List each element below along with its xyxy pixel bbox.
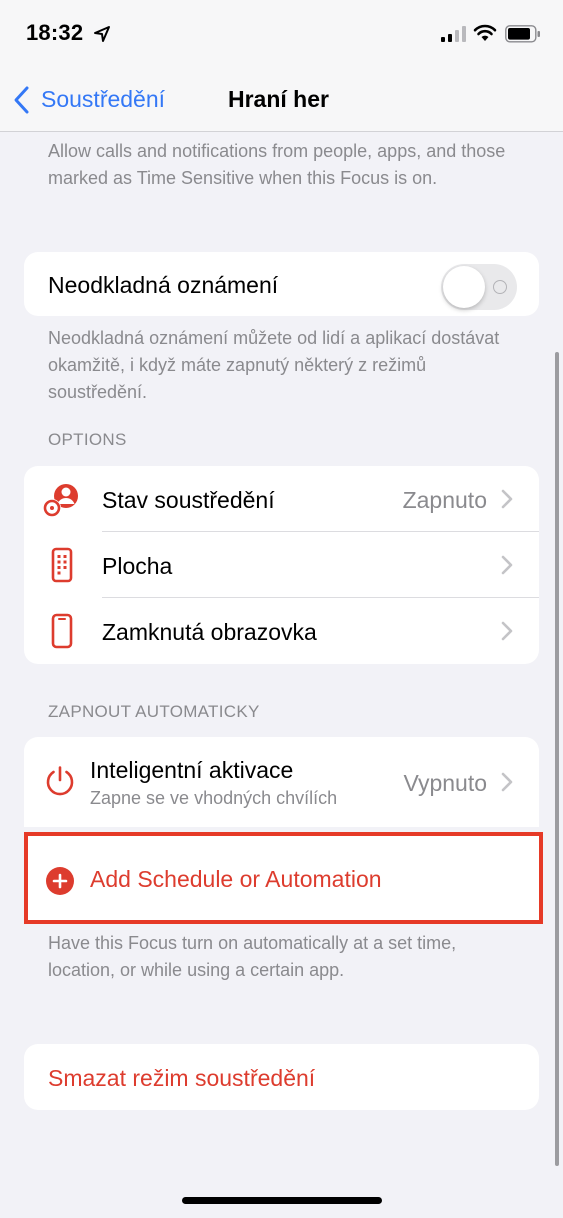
intro-footnote: Allow calls and notifications from peopl… [48,141,506,188]
time-sensitive-row: Neodkladná oznámení [24,252,539,316]
time-sensitive-card: Neodkladná oznámení [24,252,539,316]
delete-focus-button[interactable]: Smazat režim soustředění [24,1044,539,1110]
chevron-right-icon [501,621,513,641]
smart-activation-sublabel: Zapne se ve vhodných chvílích [90,788,338,808]
home-screen-icon [51,547,73,583]
cellular-signal-icon [441,26,466,42]
back-button[interactable]: Soustředění [41,86,165,113]
navigation-bar: Soustředění Hraní her [0,70,563,132]
battery-icon [505,25,540,43]
delete-card: Smazat režim soustředění [24,1044,539,1110]
smart-activation-value: Vypnuto [403,770,487,796]
add-schedule-button[interactable]: Add Schedule or Automation [24,832,543,924]
location-arrow-icon [94,26,110,42]
back-chevron-icon[interactable] [12,84,32,116]
scrollbar[interactable] [555,352,559,1166]
auto-footnote: Have this Focus turn on automatically at… [48,933,457,980]
option-row-home-screen[interactable]: Plocha [24,532,539,598]
status-time: 18:32 [26,20,84,45]
focus-status-icon [43,484,78,517]
power-icon [46,766,74,796]
home-indicator[interactable] [182,1197,382,1204]
page-title: Hraní her [228,86,329,112]
option-row-focus-status[interactable]: Stav soustředění Zapnuto [24,466,539,532]
option-label: Plocha [102,553,173,579]
time-sensitive-label: Neodkladná oznámení [48,272,279,298]
option-row-lock-screen[interactable]: Zamknutá obrazovka [24,598,539,664]
lock-screen-icon [51,613,73,649]
wifi-icon [473,24,497,41]
toggle-off-indicator-icon [493,280,507,294]
time-sensitive-toggle[interactable] [441,264,517,310]
status-bar: 18:32 [0,0,563,70]
chevron-right-icon [501,772,513,792]
chevron-right-icon [501,555,513,575]
auto-section-header: ZAPNOUT AUTOMATICKY [48,702,260,721]
time-sensitive-footnote: Neodkladná oznámení můžete od lidí a apl… [48,328,500,402]
toggle-knob [443,266,485,308]
option-label: Zamknutá obrazovka [102,619,317,645]
smart-activation-row[interactable]: Inteligentní aktivace Zapne se ve vhodný… [24,737,539,827]
options-section-header: OPTIONS [48,430,127,449]
delete-focus-label: Smazat režim soustředění [48,1065,316,1091]
option-value: Zapnuto [402,487,487,513]
chevron-right-icon [501,489,513,509]
options-card: Stav soustředění Zapnuto Plocha Zamknutá… [24,466,539,664]
auto-card: Inteligentní aktivace Zapne se ve vhodný… [24,737,539,827]
smart-activation-label: Inteligentní aktivace [90,757,294,783]
plus-circle-icon [46,867,74,895]
option-label: Stav soustředění [102,487,275,513]
add-schedule-label: Add Schedule or Automation [90,866,382,892]
